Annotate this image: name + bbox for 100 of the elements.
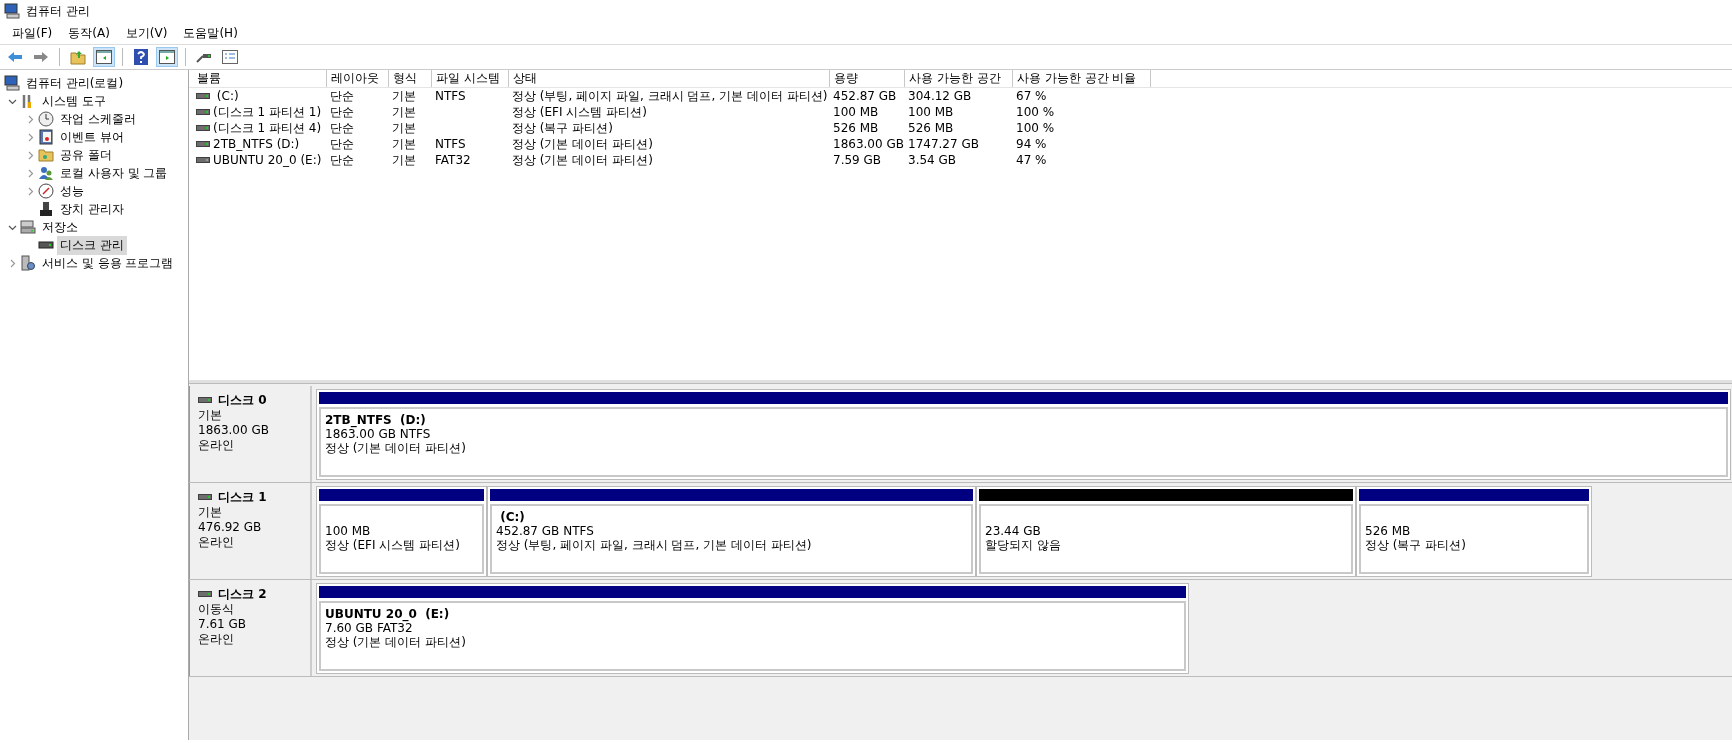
back-arrow-icon [7, 51, 23, 63]
table-cell: (디스크 1 파티션 4) [213, 120, 322, 136]
disk-status: 온라인 [198, 438, 235, 453]
services-icon [20, 255, 36, 271]
folder-up-icon [70, 49, 86, 65]
menu-item[interactable]: 보기(V) [117, 24, 176, 42]
tree-item[interactable]: 서비스 및 응용 프로그램 [39, 253, 177, 273]
list-icon [222, 50, 238, 64]
help-icon [134, 49, 148, 65]
table-cell: 94 % [1016, 137, 1047, 151]
column-header[interactable]: 사용 가능한 공간 [905, 70, 1013, 87]
column-header[interactable]: 볼륨 [193, 70, 327, 87]
partition-size: 7.60 GB FAT32 [325, 621, 413, 635]
partition-block[interactable]: UBUNTU 20_0 (E:) 7.60 GB FAT32 정상 (기본 데이터 파티션) [316, 583, 1189, 674]
partition-size: 1863.00 GB NTFS [325, 427, 432, 441]
table-cell: FAT32 [435, 153, 471, 167]
users-icon [38, 165, 54, 181]
tree-item[interactable]: 공유 폴더 [57, 145, 115, 165]
disk-type: 기본 [198, 408, 223, 423]
partition-size: 100 MB [325, 524, 372, 538]
table-cell: 47 % [1016, 153, 1047, 167]
partition-block[interactable]: 526 MB 정상 (복구 파티션) [1356, 486, 1592, 577]
menu-item[interactable]: 도움말(H) [175, 24, 246, 42]
disk-status: 온라인 [198, 632, 235, 647]
column-header[interactable]: 상태 [509, 70, 830, 87]
tree-item[interactable]: 시스템 도구 [39, 91, 109, 111]
properties-button[interactable] [219, 47, 241, 67]
disk-status: 온라인 [198, 535, 235, 550]
partition-status: 정상 (부팅, 페이지 파일, 크래시 덤프, 기본 데이터 파티션) [496, 538, 813, 552]
column-header[interactable]: 파일 시스템 [432, 70, 509, 87]
table-cell: 기본 [392, 137, 416, 151]
table-cell: 기본 [392, 89, 416, 103]
action-pane-button[interactable] [156, 47, 178, 67]
column-header[interactable]: 형식 [389, 70, 432, 87]
table-cell: 단순 [330, 137, 354, 151]
column-header[interactable]: 사용 가능한 공간 비율 [1013, 70, 1151, 87]
table-cell: 100 MB [908, 105, 954, 119]
tree-item[interactable]: 저장소 [39, 217, 81, 237]
table-cell: 정상 (복구 파티션) [512, 121, 613, 135]
table-cell: 7.59 GB [833, 153, 882, 167]
partition-status: 정상 (복구 파티션) [1365, 538, 1467, 552]
partition-name: (C:) [499, 510, 526, 524]
table-cell: UBUNTU 20_0 (E:) [213, 152, 322, 168]
table-cell: 100 % [1016, 121, 1055, 135]
tree-item[interactable]: 장치 관리자 [57, 199, 127, 219]
console-tree-button[interactable] [93, 47, 115, 67]
disk-type: 이동식 [198, 602, 235, 617]
partition-status: 정상 (기본 데이터 파티션) [325, 635, 467, 649]
table-cell-text: (C:) [215, 88, 239, 104]
table-cell: 단순 [330, 121, 354, 135]
partition-status: 정상 (기본 데이터 파티션) [325, 441, 467, 455]
partition-name: UBUNTU 20_0 (E:) [325, 607, 451, 621]
table-cell: 100 MB [833, 105, 879, 119]
clock-icon [38, 111, 54, 127]
column-header[interactable]: 용량 [830, 70, 905, 87]
table-cell: 단순 [330, 105, 354, 119]
device-icon [38, 201, 54, 217]
tree-item[interactable]: 디스크 관리 [57, 235, 127, 255]
partition-block[interactable]: 100 MB 정상 (EFI 시스템 파티션) [316, 486, 487, 577]
partition-size: 526 MB [1365, 524, 1412, 538]
table-cell: 1747.27 GB [908, 137, 979, 151]
table-cell: NTFS [435, 137, 466, 151]
pane-icon [159, 50, 175, 64]
forward-arrow-icon [33, 51, 49, 63]
partition-status: 정상 (EFI 시스템 파티션) [325, 538, 461, 552]
partition-name: 2TB_NTFS (D:) [325, 413, 427, 427]
table-cell: 정상 (기본 데이터 파티션) [512, 153, 653, 167]
storage-icon [20, 219, 36, 235]
tree-item[interactable]: 컴퓨터 관리(로컬) [23, 73, 127, 93]
gauge-icon [38, 183, 54, 199]
disk-type: 기본 [198, 505, 223, 520]
table-cell: 기본 [392, 153, 416, 167]
tree-item[interactable]: 성능 [57, 181, 87, 201]
table-cell: 2TB_NTFS (D:) [213, 136, 300, 152]
menu-item[interactable]: 동작(A) [60, 24, 118, 42]
table-cell: 단순 [330, 153, 354, 167]
table-cell: 정상 (EFI 시스템 파티션) [512, 105, 647, 119]
table-cell: NTFS [435, 89, 466, 103]
disk-size: 1863.00 GB [198, 423, 270, 438]
table-cell: 기본 [392, 121, 416, 135]
menu-item[interactable]: 파일(F) [4, 24, 61, 42]
folder-icon [38, 147, 54, 163]
table-cell: 100 % [1016, 105, 1055, 119]
disk-name: 디스크 2 [218, 585, 267, 603]
tree-item[interactable]: 이벤트 뷰어 [57, 127, 127, 147]
table-cell: 단순 [330, 89, 354, 103]
column-header[interactable]: 레이아웃 [327, 70, 389, 87]
computer-icon [4, 75, 20, 91]
partition-block[interactable]: 2TB_NTFS (D:) 1863.00 GB NTFS 정상 (기본 데이터 파티션) [316, 389, 1731, 480]
tree-item[interactable]: 로컬 사용자 및 그룹 [57, 163, 171, 183]
partition-block[interactable]: (C:) 452.87 GB NTFS 정상 (부팅, 페이지 파일, 크래시 덤프, 기본 데이터 파티션) [487, 486, 976, 577]
disk-name: 디스크 0 [218, 391, 267, 409]
tree-item[interactable]: 작업 스케줄러 [57, 109, 139, 129]
log-book-icon [38, 129, 54, 145]
table-cell: 3.54 GB [908, 153, 957, 167]
disk-size: 476.92 GB [198, 520, 263, 535]
partition-status: 할당되지 않음 [985, 538, 1062, 552]
table-cell: 1863.00 GB [833, 137, 904, 151]
partition-block[interactable]: 23.44 GB 할당되지 않음 [976, 486, 1356, 577]
partition-size: 23.44 GB [985, 524, 1042, 538]
